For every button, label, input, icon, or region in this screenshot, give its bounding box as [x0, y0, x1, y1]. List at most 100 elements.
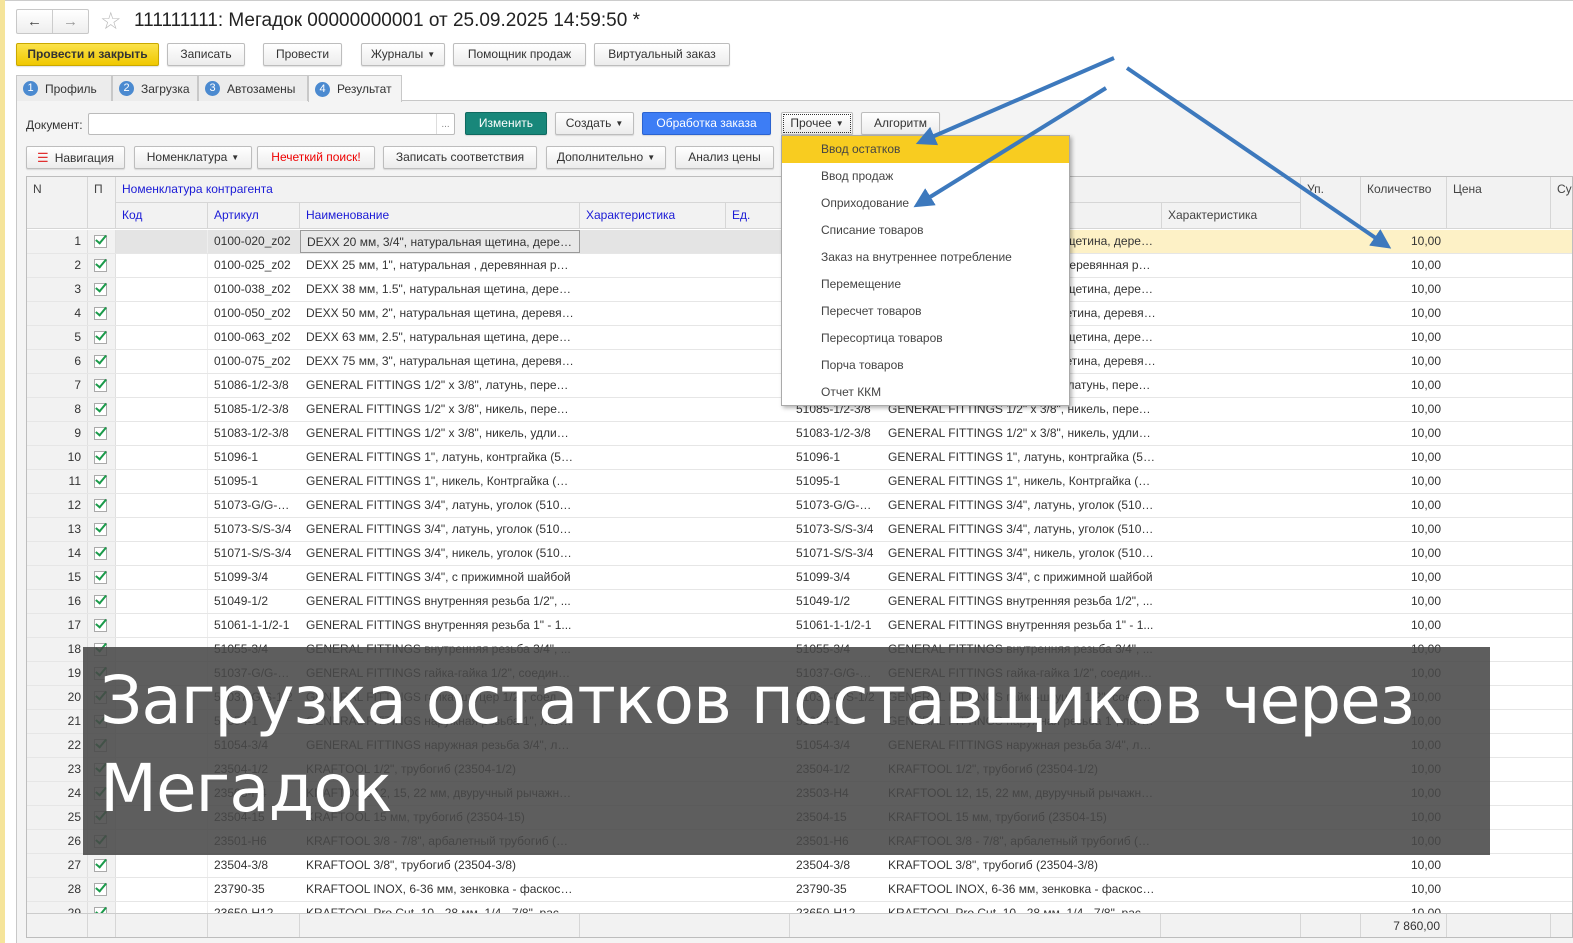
menu-item[interactable]: Ввод продаж: [782, 163, 1069, 190]
row-checkbox[interactable]: [88, 230, 116, 253]
table-row[interactable]: 14 51071-S/S-3/4 GENERAL FITTINGS 3/4", ни…: [27, 542, 1572, 566]
sales-helper-button[interactable]: Помощник продаж: [453, 43, 586, 66]
header-quantity[interactable]: Количество: [1361, 177, 1447, 229]
cell-quantity: 10,00: [1410, 234, 1441, 248]
row-checkbox[interactable]: [88, 542, 116, 565]
price-analysis-button[interactable]: Анализ цены: [675, 146, 774, 169]
row-checkbox[interactable]: [88, 374, 116, 397]
row-checkbox[interactable]: [88, 278, 116, 301]
header-p[interactable]: П: [88, 177, 116, 229]
menu-item[interactable]: Порча товаров: [782, 352, 1069, 379]
checkmark-icon[interactable]: [94, 451, 107, 464]
checkmark-icon[interactable]: [94, 571, 107, 584]
table-row[interactable]: 12 51073-G/G-3/4 GENERAL FITTINGS 3/4", ла…: [27, 494, 1572, 518]
checkmark-icon[interactable]: [94, 499, 107, 512]
checkmark-icon[interactable]: [94, 547, 107, 560]
table-row[interactable]: 9 51083-1/2-3/8 GENERAL FITTINGS 1/2" x 3/…: [27, 422, 1572, 446]
navigation-button[interactable]: ☰ Навигация: [26, 146, 125, 169]
select-button[interactable]: ...: [436, 114, 454, 134]
tab-profile[interactable]: 1 Профиль: [16, 75, 112, 101]
checkmark-icon[interactable]: [94, 235, 107, 248]
checkmark-icon[interactable]: [94, 595, 107, 608]
algorithm-button[interactable]: Алгоритм: [861, 112, 940, 135]
header-name[interactable]: Наименование: [300, 203, 580, 229]
checkmark-icon[interactable]: [94, 859, 107, 872]
cell-name: GENERAL FITTINGS 1/2" x 3/8", никель, пе…: [306, 402, 580, 416]
other-button[interactable]: Прочее ▼: [781, 112, 853, 135]
process-order-button[interactable]: Обработка заказа: [642, 112, 771, 135]
row-checkbox[interactable]: [88, 878, 116, 901]
fuzzy-search-button[interactable]: Нечеткий поиск!: [257, 146, 375, 169]
header-price[interactable]: Цена: [1447, 177, 1551, 229]
menu-item[interactable]: Ввод остатков: [782, 136, 1069, 163]
checkmark-icon[interactable]: [94, 475, 107, 488]
tab-loading[interactable]: 2 Загрузка: [112, 75, 198, 101]
row-checkbox[interactable]: [88, 350, 116, 373]
header-article[interactable]: Артикул: [208, 203, 300, 229]
menu-item[interactable]: Пересортица товаров: [782, 325, 1069, 352]
nomenclature-button[interactable]: Номенклатура ▼: [134, 146, 252, 169]
checkmark-icon[interactable]: [94, 883, 107, 896]
menu-item[interactable]: Оприходование: [782, 190, 1069, 217]
checkmark-icon[interactable]: [94, 283, 107, 296]
row-checkbox[interactable]: [88, 254, 116, 277]
post-close-button[interactable]: Провести и закрыть: [16, 43, 159, 66]
save-button[interactable]: Записать: [167, 43, 245, 66]
checkmark-icon[interactable]: [94, 259, 107, 272]
header-characteristic-2[interactable]: Характеристика: [1162, 203, 1301, 229]
row-checkbox[interactable]: [88, 326, 116, 349]
header-n[interactable]: N: [27, 177, 88, 229]
row-checkbox[interactable]: [88, 518, 116, 541]
row-checkbox[interactable]: [88, 566, 116, 589]
post-button[interactable]: Провести: [263, 43, 342, 66]
checkmark-icon[interactable]: [94, 307, 107, 320]
cell-quantity: 10,00: [1410, 426, 1441, 440]
header-group-counterparty-nomenclature[interactable]: Номенклатура контрагента: [116, 177, 1301, 203]
header-code[interactable]: Код: [116, 203, 208, 229]
menu-item[interactable]: Заказ на внутреннее потребление: [782, 244, 1069, 271]
table-row[interactable]: 10 51096-1 GENERAL FITTINGS 1", латунь, ко…: [27, 446, 1572, 470]
table-row[interactable]: 16 51049-1/2 GENERAL FITTINGS внутренняя р…: [27, 590, 1572, 614]
virtual-order-button[interactable]: Виртуальный заказ: [594, 43, 730, 66]
header-characteristic[interactable]: Характеристика: [580, 203, 726, 229]
checkmark-icon[interactable]: [94, 379, 107, 392]
table-row[interactable]: 15 51099-3/4 GENERAL FITTINGS 3/4", с приж…: [27, 566, 1572, 590]
journals-button[interactable]: Журналы ▼: [361, 43, 445, 66]
table-row[interactable]: 11 51095-1 GENERAL FITTINGS 1", никель, Ко…: [27, 470, 1572, 494]
change-button[interactable]: Изменить: [465, 112, 547, 135]
additional-button[interactable]: Дополнительно ▼: [546, 146, 666, 169]
checkmark-icon[interactable]: [94, 523, 107, 536]
row-checkbox[interactable]: [88, 470, 116, 493]
favorite-star-icon[interactable]: ☆: [100, 7, 122, 36]
checkmark-icon[interactable]: [94, 619, 107, 632]
row-checkbox[interactable]: [88, 446, 116, 469]
menu-item[interactable]: Пересчет товаров: [782, 298, 1069, 325]
row-checkbox[interactable]: [88, 494, 116, 517]
menu-item[interactable]: Списание товаров: [782, 217, 1069, 244]
menu-item[interactable]: Отчет ККМ: [782, 379, 1069, 406]
row-checkbox[interactable]: [88, 590, 116, 613]
create-button[interactable]: Создать ▼: [555, 112, 634, 135]
table-row[interactable]: 13 51073-S/S-3/4 GENERAL FITTINGS 3/4", ла…: [27, 518, 1572, 542]
menu-item[interactable]: Перемещение: [782, 271, 1069, 298]
back-icon[interactable]: ←: [17, 10, 52, 33]
checkmark-icon[interactable]: [94, 427, 107, 440]
row-checkbox[interactable]: [88, 614, 116, 637]
checkmark-icon[interactable]: [94, 355, 107, 368]
save-matches-button[interactable]: Записать соответствия: [383, 146, 537, 169]
table-row[interactable]: 17 51061-1-1/2-1 GENERAL FITTINGS внутренн…: [27, 614, 1572, 638]
table-row[interactable]: 27 23504-3/8 KRAFTOOL 3/8", трубогиб (2350…: [27, 854, 1572, 878]
row-checkbox[interactable]: [88, 302, 116, 325]
row-checkbox[interactable]: [88, 422, 116, 445]
row-checkbox[interactable]: [88, 398, 116, 421]
tab-result[interactable]: 4 Результат: [308, 75, 402, 102]
document-input[interactable]: ...: [88, 113, 455, 135]
forward-icon[interactable]: →: [52, 10, 88, 33]
header-sum[interactable]: Су: [1551, 177, 1572, 229]
table-row[interactable]: 28 23790-35 KRAFTOOL INOX, 6-36 мм, зенков…: [27, 878, 1572, 902]
checkmark-icon[interactable]: [94, 403, 107, 416]
tab-autoreplace[interactable]: 3 Автозамены: [198, 75, 308, 101]
header-pack[interactable]: Уп.: [1301, 177, 1361, 229]
checkmark-icon[interactable]: [94, 331, 107, 344]
row-checkbox[interactable]: [88, 854, 116, 877]
